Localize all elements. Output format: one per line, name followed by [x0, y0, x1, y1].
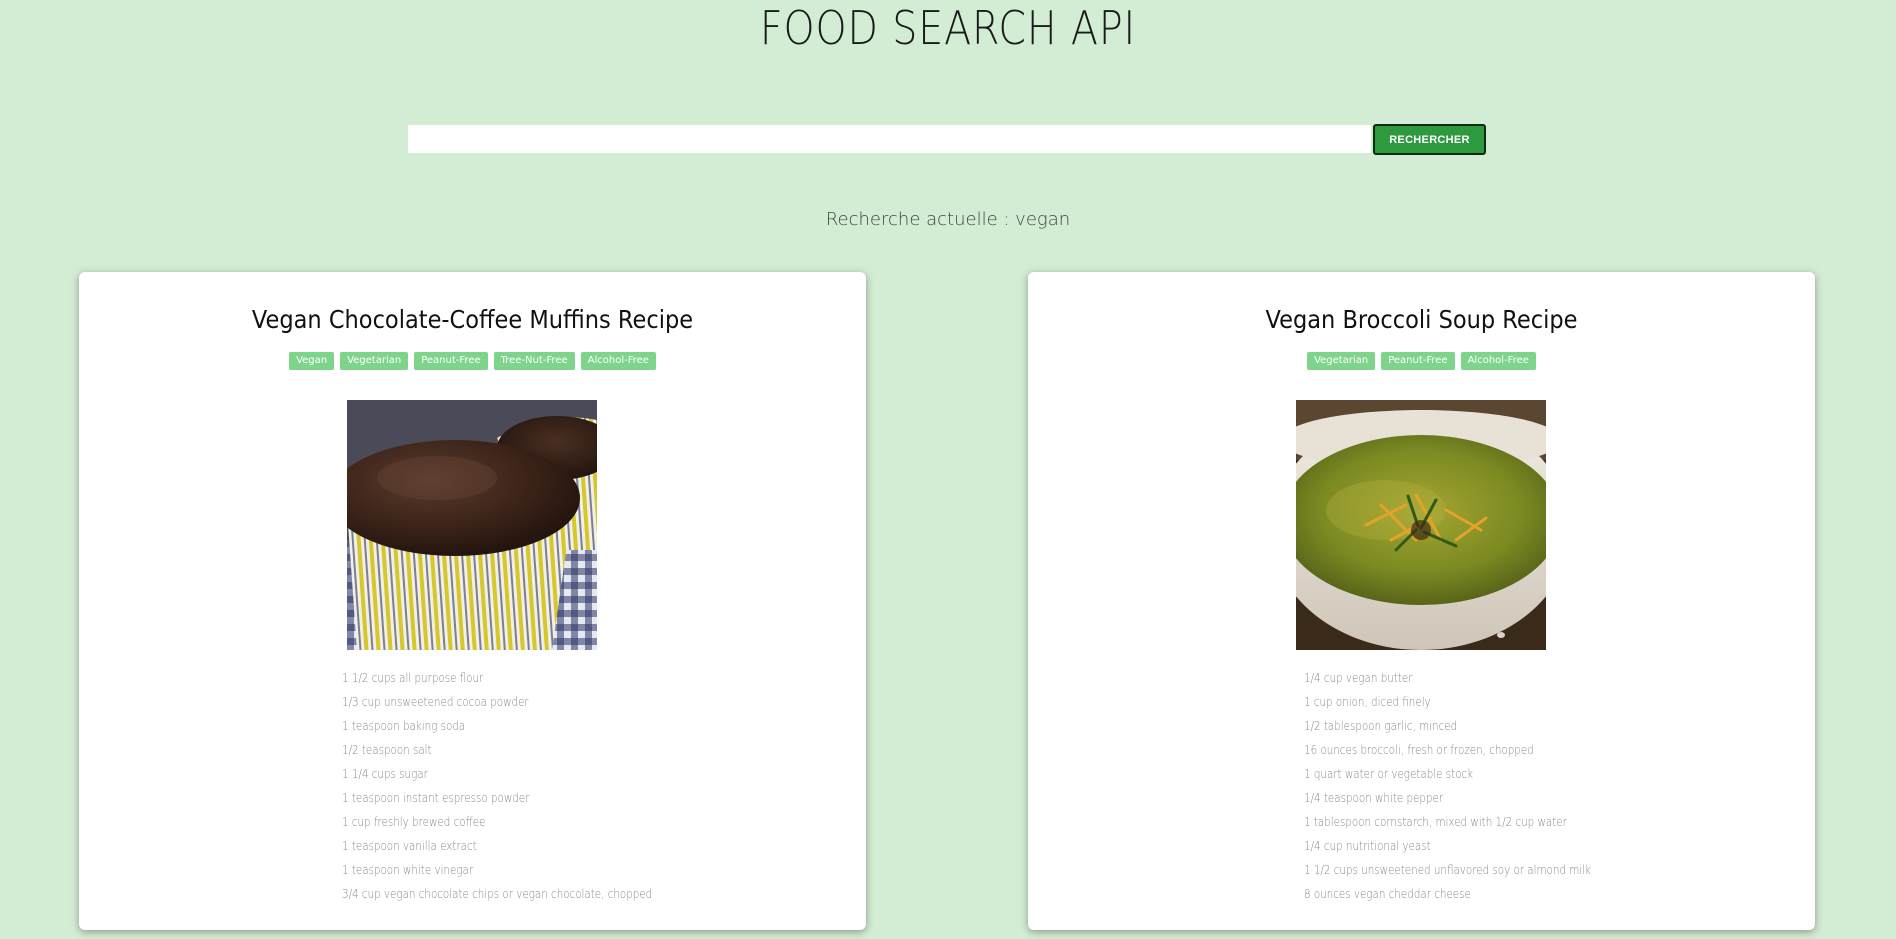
- ingredient-item: 1 teaspoon baking soda: [342, 719, 466, 733]
- recipe-title: Vegan Broccoli Soup Recipe: [1265, 305, 1578, 334]
- search-input[interactable]: [408, 125, 1371, 153]
- health-label: Vegetarian: [340, 352, 409, 370]
- ingredient-item: 1/3 cup unsweetened cocoa powder: [342, 695, 529, 709]
- current-search-text: Recherche actuelle : vegan: [825, 209, 1071, 230]
- page: FOOD SEARCH API RECHERCHER Recherche act…: [0, 0, 1896, 939]
- health-label: Peanut-Free: [1381, 352, 1455, 370]
- ingredient-item: 1 cup onion, diced finely: [1304, 695, 1431, 709]
- ingredient-item: 1 teaspoon white vinegar: [342, 863, 474, 877]
- health-label: Alcohol-Free: [1460, 352, 1536, 370]
- ingredient-item: 1/4 teaspoon white pepper: [1304, 791, 1444, 805]
- ingredient-item: 3/4 cup vegan chocolate chips or vegan c…: [342, 887, 653, 901]
- ingredient-item: 1 1/2 cups unsweetened unflavored soy or…: [1304, 863, 1592, 877]
- ingredient-item: 1/2 teaspoon salt: [342, 743, 432, 757]
- ingredient-list: 1 1/2 cups all purpose flour 1/3 cup uns…: [342, 666, 703, 906]
- ingredient-item: 1 tablespoon cornstarch, mixed with 1/2 …: [1304, 815, 1567, 829]
- recipe-labels: Vegan Vegetarian Peanut-Free Tree-Nut-Fr…: [79, 352, 866, 370]
- search-button[interactable]: RECHERCHER: [1373, 124, 1486, 155]
- ingredient-item: 1 1/4 cups sugar: [342, 767, 428, 781]
- recipe-labels: Vegetarian Peanut-Free Alcohol-Free: [1028, 352, 1815, 370]
- ingredient-item: 1/4 cup vegan butter: [1304, 671, 1413, 685]
- health-label: Vegetarian: [1307, 352, 1376, 370]
- ingredient-list: 1/4 cup vegan butter 1 cup onion, diced …: [1304, 666, 1638, 906]
- ingredient-item: 1/2 tablespoon garlic, minced: [1304, 719, 1458, 733]
- health-label: Alcohol-Free: [580, 352, 656, 370]
- ingredient-item: 1/4 cup nutritional yeast: [1304, 839, 1431, 853]
- search-bar: RECHERCHER: [408, 124, 1486, 155]
- ingredient-item: 1 teaspoon instant espresso powder: [342, 791, 530, 805]
- ingredient-item: 1 cup freshly brewed coffee: [342, 815, 486, 829]
- recipe-title: Vegan Chocolate-Coffee Muffins Recipe: [251, 305, 694, 334]
- ingredient-item: 8 ounces vegan cheddar cheese: [1304, 887, 1471, 901]
- ingredient-item: 1 1/2 cups all purpose flour: [342, 671, 484, 685]
- recipe-card: Vegan Chocolate-Coffee Muffins Recipe Ve…: [79, 272, 866, 930]
- recipe-card: Vegan Broccoli Soup Recipe Vegetarian Pe…: [1028, 272, 1815, 930]
- health-label: Tree-Nut-Free: [493, 352, 575, 370]
- ingredient-item: 16 ounces broccoli, fresh or frozen, cho…: [1304, 743, 1534, 757]
- health-label: Peanut-Free: [414, 352, 488, 370]
- recipe-image-muffins: [347, 400, 597, 650]
- ingredient-item: 1 quart water or vegetable stock: [1304, 767, 1474, 781]
- recipe-image-soup: [1296, 400, 1546, 650]
- health-label: Vegan: [289, 352, 335, 370]
- ingredient-item: 1 teaspoon vanilla extract: [342, 839, 477, 853]
- page-title: FOOD SEARCH API: [759, 1, 1137, 55]
